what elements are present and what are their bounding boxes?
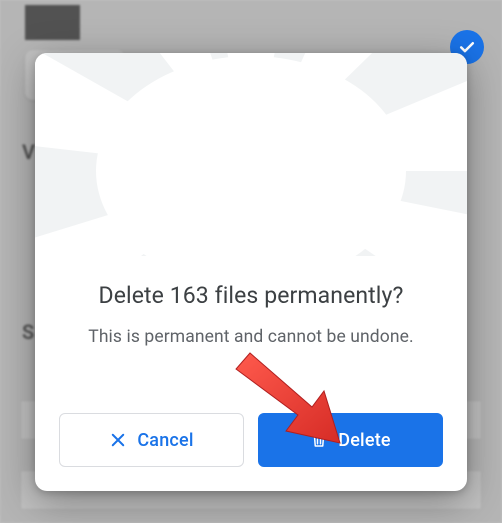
trash-icon: [310, 431, 328, 449]
cancel-button-label: Cancel: [137, 430, 193, 451]
dialog-content: Delete 163 files permanently? This is pe…: [35, 256, 467, 491]
confirm-delete-dialog: Delete 163 files permanently? This is pe…: [35, 53, 467, 491]
starburst-graphic: [35, 53, 467, 256]
dialog-subtitle: This is permanent and cannot be undone.: [88, 327, 413, 347]
dialog-button-row: Cancel Delete: [59, 393, 443, 467]
delete-button[interactable]: Delete: [258, 413, 443, 467]
dialog-hero: [35, 53, 467, 256]
dialog-title: Delete 163 files permanently?: [99, 282, 404, 309]
cancel-button[interactable]: Cancel: [59, 413, 244, 467]
delete-button-label: Delete: [338, 430, 390, 451]
close-icon: [109, 431, 127, 449]
